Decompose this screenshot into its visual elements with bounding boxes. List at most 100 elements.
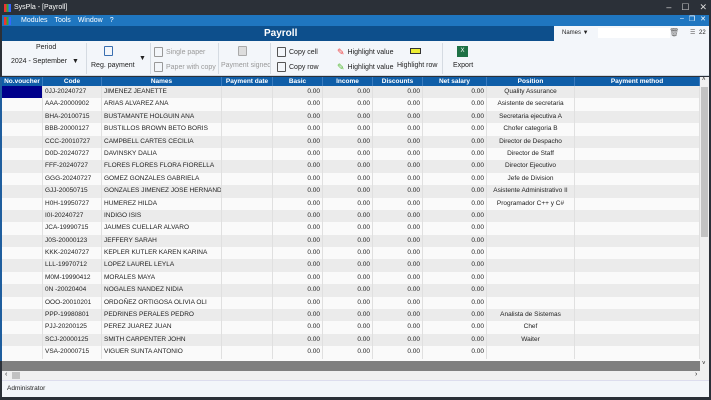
minimize-button[interactable]: – <box>666 2 671 13</box>
table-cell[interactable] <box>2 259 43 272</box>
table-cell[interactable]: 0.00 <box>373 160 423 173</box>
table-cell[interactable]: 0.00 <box>323 284 373 297</box>
table-cell[interactable]: 0.00 <box>323 135 373 148</box>
table-cell[interactable] <box>575 222 700 235</box>
table-cell[interactable]: 0.00 <box>273 160 323 173</box>
table-row[interactable]: GJJ-20050715 GONZALES JIMENEZ JOSE HERNAN… <box>2 185 700 198</box>
table-cell[interactable] <box>575 346 700 359</box>
table-cell[interactable] <box>487 247 575 260</box>
table-cell[interactable] <box>2 222 43 235</box>
table-cell[interactable] <box>575 296 700 310</box>
table-cell[interactable] <box>575 247 700 260</box>
table-cell[interactable] <box>2 321 43 334</box>
table-cell[interactable]: JCA-19990715 <box>43 222 102 235</box>
menu-help[interactable]: ? <box>110 17 114 24</box>
table-cell[interactable]: ARIAS ALVAREZ ANA <box>102 98 222 111</box>
table-cell[interactable] <box>2 309 43 322</box>
table-cell[interactable]: 0.00 <box>273 296 323 310</box>
table-cell[interactable]: Director de Despacho <box>487 135 575 148</box>
table-cell[interactable]: GJJ-20050715 <box>43 185 102 198</box>
table-cell[interactable] <box>575 234 700 248</box>
table-row[interactable]: LLL-19970712 LOPEZ LAUREL LEYLA 0.00 0.00 0.… <box>2 259 700 272</box>
table-cell[interactable]: GONZALES JIMENEZ JOSE HERNANDO <box>102 185 222 198</box>
table-cell[interactable]: Chef <box>487 321 575 334</box>
vertical-scrollbar[interactable]: ˄ ˅ <box>700 77 709 371</box>
table-cell[interactable]: GGG-20240727 <box>43 172 102 186</box>
table-cell[interactable]: 0.00 <box>373 284 423 297</box>
table-cell[interactable]: 0.00 <box>373 333 423 347</box>
table-cell[interactable] <box>222 259 273 272</box>
table-cell[interactable]: CAMPBELL CARTES CECILIA <box>102 135 222 148</box>
table-cell[interactable]: 0.00 <box>373 98 423 111</box>
table-cell[interactable] <box>575 123 700 136</box>
table-cell[interactable]: 0.00 <box>423 185 487 198</box>
table-cell[interactable] <box>487 259 575 272</box>
column-header[interactable]: Payment method <box>575 77 700 86</box>
table-cell[interactable]: Director de Staff <box>487 147 575 161</box>
table-cell[interactable]: 0.00 <box>423 259 487 272</box>
table-cell[interactable]: 0.00 <box>423 197 487 210</box>
table-cell[interactable]: 0.00 <box>373 321 423 334</box>
table-cell[interactable]: 0.00 <box>423 296 487 310</box>
highlight-row-button[interactable]: Highlight row <box>397 62 437 69</box>
table-cell[interactable]: HUMEREZ HILDA <box>102 197 222 210</box>
table-cell[interactable]: 0.00 <box>273 346 323 359</box>
table-cell[interactable] <box>575 185 700 198</box>
table-row[interactable]: BHA-20100715 BUSTAMANTE HOLGUIN ANA 0.00 0.… <box>2 110 700 124</box>
table-cell[interactable] <box>575 197 700 210</box>
table-cell[interactable]: 0.00 <box>273 209 323 223</box>
table-cell[interactable] <box>2 86 43 99</box>
table-cell[interactable]: 0.00 <box>323 333 373 347</box>
table-cell[interactable]: DAVINSKY DALIA <box>102 147 222 161</box>
table-cell[interactable] <box>2 346 43 359</box>
table-cell[interactable]: BUSTILLOS BROWN BETO BORIS <box>102 123 222 136</box>
table-cell[interactable]: H0H-19950727 <box>43 197 102 210</box>
table-cell[interactable] <box>2 185 43 198</box>
search-input[interactable] <box>598 28 670 38</box>
table-row[interactable]: CCC-20010727 CAMPBELL CARTES CECILIA 0.00 0… <box>2 135 700 148</box>
table-cell[interactable] <box>575 333 700 347</box>
horizontal-scrollbar[interactable]: ‹ › <box>2 371 709 380</box>
table-cell[interactable]: Quality Assurance <box>487 86 575 99</box>
export-button[interactable]: Export <box>453 62 473 69</box>
table-cell[interactable]: 0.00 <box>323 259 373 272</box>
table-cell[interactable]: PPP-19980801 <box>43 309 102 322</box>
mdi-close-button[interactable]: ✕ <box>700 15 706 23</box>
table-cell[interactable]: 0.00 <box>273 123 323 136</box>
table-row[interactable]: VSA-20000715 VIGUER SUNTA ANTONIO 0.00 0.00… <box>2 346 700 359</box>
table-cell[interactable]: Director Ejecutivo <box>487 160 575 173</box>
table-cell[interactable]: 0.00 <box>423 309 487 322</box>
menu-tools[interactable]: Tools <box>54 17 70 24</box>
table-cell[interactable]: 0.00 <box>373 123 423 136</box>
mdi-minimize-button[interactable]: – <box>680 15 684 23</box>
table-cell[interactable]: 0.00 <box>273 86 323 99</box>
table-cell[interactable]: 0.00 <box>273 110 323 124</box>
table-cell[interactable]: Programador C++ y C# <box>487 197 575 210</box>
table-cell[interactable] <box>575 209 700 223</box>
table-cell[interactable]: 0.00 <box>423 271 487 285</box>
table-cell[interactable]: SMITH CARPENTER JOHN <box>102 333 222 347</box>
table-cell[interactable]: 0.00 <box>423 346 487 359</box>
table-cell[interactable] <box>2 284 43 297</box>
table-row[interactable]: KKK-20240727 KEPLER KUTLER KAREN KARINA 0.… <box>2 247 700 260</box>
table-cell[interactable]: 0.00 <box>423 172 487 186</box>
menu-modules[interactable]: Modules <box>21 17 47 24</box>
table-cell[interactable]: PEDRINES PERALES PEDRO <box>102 309 222 322</box>
table-cell[interactable]: INDIGO ISIS <box>102 209 222 223</box>
table-cell[interactable]: JEFFERY SARAH <box>102 234 222 248</box>
column-header[interactable]: Code <box>43 77 102 86</box>
table-cell[interactable] <box>222 172 273 186</box>
table-cell[interactable]: 0.00 <box>273 147 323 161</box>
table-row[interactable]: JCA-19990715 JAUMES CUELLAR ALVARO 0.00 0.0… <box>2 222 700 235</box>
table-cell[interactable] <box>487 284 575 297</box>
column-header[interactable]: Payment date <box>222 77 273 86</box>
table-row[interactable]: H0H-19950727 HUMEREZ HILDA 0.00 0.00 0.00 0.0… <box>2 197 700 210</box>
table-row[interactable]: 0JJ-20240727 JIMENEZ JEANETTE 0.00 0.00 0.00… <box>2 86 700 99</box>
table-cell[interactable] <box>575 98 700 111</box>
column-header[interactable]: Names <box>102 77 222 86</box>
table-cell[interactable] <box>2 197 43 210</box>
table-cell[interactable] <box>2 209 43 223</box>
table-cell[interactable]: CCC-20010727 <box>43 135 102 148</box>
table-row[interactable]: J0S-20000123 JEFFERY SARAH 0.00 0.00 0.00 0.0… <box>2 234 700 248</box>
table-row[interactable]: SCJ-20000125 SMITH CARPENTER JOHN 0.00 0.00… <box>2 333 700 347</box>
